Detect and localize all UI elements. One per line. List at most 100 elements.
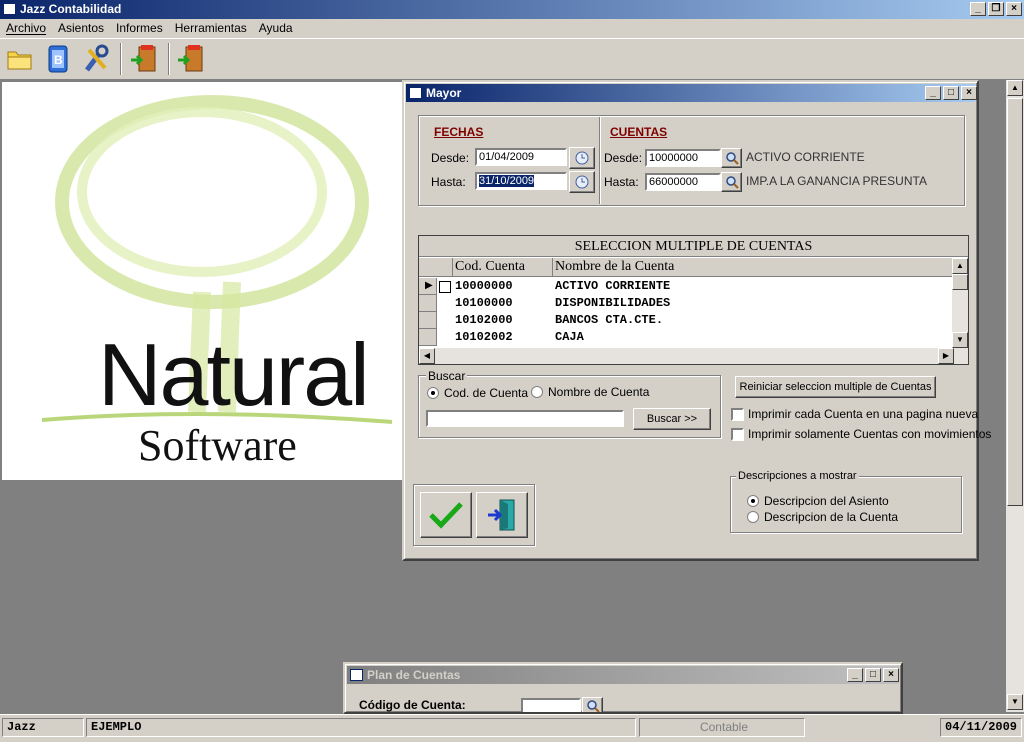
calendar-icon <box>575 175 589 189</box>
app-title-bar[interactable]: Jazz Contabilidad _ ❐ × <box>0 0 1024 19</box>
reset-selection-button[interactable]: Reiniciar seleccion multiple de Cuentas <box>735 376 936 398</box>
cuenta-hasta-lookup-button[interactable] <box>721 172 742 192</box>
plan-title-bar[interactable]: Plan de Cuentas _ □ × <box>347 666 899 684</box>
grid-vertical-scrollbar[interactable]: ▲ ▼ <box>952 258 968 364</box>
exit-door-icon <box>488 499 515 531</box>
grid-scroll-thumb[interactable] <box>952 274 968 290</box>
cuenta-desde-name: ACTIVO CORRIENTE <box>746 150 865 164</box>
cuentas-header: CUENTAS <box>610 125 668 139</box>
restore-button[interactable]: ❐ <box>988 2 1004 16</box>
radio-cod-cuenta[interactable] <box>427 387 439 399</box>
window-icon <box>350 669 363 681</box>
cuenta-hasta-input[interactable]: 66000000 <box>645 173 721 191</box>
minimize-button[interactable]: _ <box>970 2 986 16</box>
calendar-icon <box>575 151 589 165</box>
radio-desc-cuenta[interactable] <box>747 511 759 523</box>
row-name: CAJA <box>555 330 584 344</box>
radio-desc-asiento-label: Descripcion del Asiento <box>764 494 889 508</box>
grid-horizontal-scrollbar[interactable]: ◀ ▶ <box>419 348 954 364</box>
menu-archivo[interactable]: Archivo <box>0 19 52 38</box>
scroll-up-arrow-icon[interactable]: ▲ <box>952 258 968 274</box>
exit-button[interactable] <box>476 492 528 538</box>
mayor-close-button[interactable]: × <box>961 86 977 100</box>
descripciones-legend: Descripciones a mostrar <box>736 470 859 482</box>
cuenta-desde-label: Desde: <box>604 151 643 165</box>
plan-maximize-button[interactable]: □ <box>865 668 881 682</box>
fecha-hasta-input[interactable]: 31/10/2009 <box>475 172 567 190</box>
row-name: DISPONIBILIDADES <box>555 296 671 310</box>
radio-nombre-cuenta[interactable] <box>531 386 543 398</box>
grid-column-header-code[interactable]: Cod. Cuenta <box>453 258 553 277</box>
status-user: Jazz <box>2 718 84 737</box>
row-indicator <box>419 329 437 346</box>
calendar-hasta-button[interactable] <box>569 171 595 193</box>
folder-icon[interactable] <box>4 43 36 75</box>
mayor-maximize-button[interactable]: □ <box>943 86 959 100</box>
exit-door-icon[interactable] <box>175 43 207 75</box>
svg-text:B: B <box>54 53 63 67</box>
fecha-hasta-value: 31/10/2009 <box>479 175 535 187</box>
fecha-desde-input[interactable]: 01/04/2009 <box>475 148 567 166</box>
plan-code-input[interactable] <box>521 698 581 712</box>
mayor-title-bar[interactable]: Mayor _ □ × <box>406 84 977 102</box>
plan-minimize-button[interactable]: _ <box>847 668 863 682</box>
exit-door-icon[interactable] <box>128 43 160 75</box>
scroll-down-arrow-icon[interactable]: ▼ <box>952 332 968 348</box>
calendar-desde-button[interactable] <box>569 147 595 169</box>
checkmark-icon <box>429 502 463 529</box>
plan-lookup-button[interactable] <box>582 697 603 712</box>
magnifier-icon <box>586 700 600 712</box>
table-row[interactable]: ▶ 10000000 ACTIVO CORRIENTE <box>419 278 954 295</box>
radio-nombre-cuenta-label: Nombre de Cuenta <box>548 385 650 399</box>
scroll-left-arrow-icon[interactable]: ◀ <box>419 348 435 364</box>
table-row[interactable]: 10102000 BANCOS CTA.CTE. <box>419 312 954 329</box>
checkbox-new-page[interactable] <box>731 408 744 421</box>
magnifier-icon <box>725 176 739 189</box>
current-row-arrow-icon: ▶ <box>425 280 433 291</box>
row-code: 10102000 <box>455 313 513 327</box>
window-icon <box>409 87 422 99</box>
logo-sub: Software <box>138 421 297 470</box>
buscar-input[interactable] <box>426 410 624 427</box>
tools-icon[interactable] <box>80 43 112 75</box>
fecha-hasta-label: Hasta: <box>431 175 466 189</box>
mayor-minimize-button[interactable]: _ <box>925 86 941 100</box>
scroll-thumb[interactable] <box>1007 98 1023 506</box>
scroll-right-arrow-icon[interactable]: ▶ <box>938 348 954 364</box>
checkbox-only-moves[interactable] <box>731 428 744 441</box>
cuenta-hasta-name: IMP.A LA GANANCIA PRESUNTA <box>746 174 927 188</box>
checkbox-only-moves-label: Imprimir solamente Cuentas con movimient… <box>748 427 992 441</box>
accept-button[interactable] <box>420 492 472 538</box>
cuenta-desde-lookup-button[interactable] <box>721 148 742 168</box>
buscar-button[interactable]: Buscar >> <box>633 408 711 430</box>
row-code: 10100000 <box>455 296 513 310</box>
radio-desc-cuenta-label: Descripcion de la Cuenta <box>764 510 899 524</box>
magnifier-icon <box>725 152 739 165</box>
status-module: Contable <box>639 718 805 737</box>
row-checkbox[interactable] <box>439 281 451 293</box>
row-indicator <box>419 312 437 329</box>
status-bar: Jazz EJEMPLO Contable 04/11/2009 <box>0 714 1024 742</box>
database-icon[interactable]: B <box>42 43 74 75</box>
scroll-down-arrow-icon[interactable]: ▼ <box>1007 694 1023 710</box>
menu-informes[interactable]: Informes <box>110 19 169 38</box>
menu-ayuda[interactable]: Ayuda <box>253 19 299 38</box>
cuenta-desde-input[interactable]: 10000000 <box>645 149 721 167</box>
grid-corner-header <box>419 258 453 277</box>
cuenta-hasta-label: Hasta: <box>604 175 639 189</box>
menu-asientos[interactable]: Asientos <box>52 19 110 38</box>
radio-desc-asiento[interactable] <box>747 495 759 507</box>
close-button[interactable]: × <box>1006 2 1022 16</box>
table-row[interactable]: 10100000 DISPONIBILIDADES <box>419 295 954 312</box>
app-icon <box>3 3 16 15</box>
plan-close-button[interactable]: × <box>883 668 899 682</box>
menu-herramientas[interactable]: Herramientas <box>169 19 253 38</box>
workspace-vertical-scrollbar[interactable]: ▲ ▼ <box>1006 80 1024 712</box>
table-row[interactable]: 10102002 CAJA <box>419 329 954 346</box>
accounts-grid[interactable]: SELECCION MULTIPLE DE CUENTAS Cod. Cuent… <box>418 235 969 365</box>
fecha-desde-label: Desde: <box>431 151 470 165</box>
grid-column-header-name[interactable]: Nombre de la Cuenta <box>553 258 954 277</box>
menu-bar: Archivo Asientos Informes Herramientas A… <box>0 19 1024 38</box>
scroll-up-arrow-icon[interactable]: ▲ <box>1007 80 1023 96</box>
grid-caption: SELECCION MULTIPLE DE CUENTAS <box>419 236 968 257</box>
